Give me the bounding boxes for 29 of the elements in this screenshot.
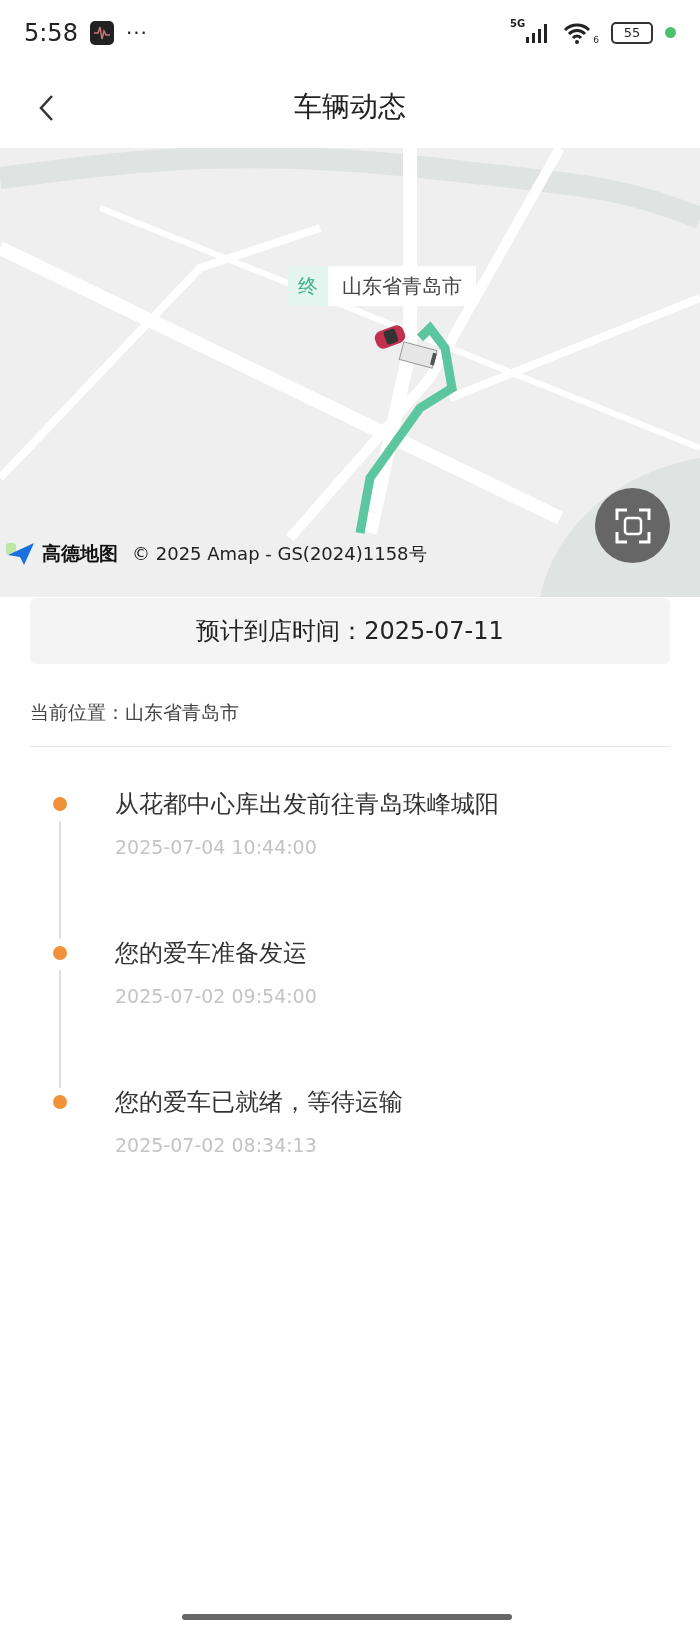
eta-card: 预计到店时间：2025-07-11 [30, 598, 670, 664]
event-title: 从花都中心库出发前往青岛珠峰城阳 [115, 789, 499, 820]
map-copyright: © 2025 Amap - GS(2024)1158号 [132, 542, 427, 566]
event-title: 您的爱车已就绪，等待运输 [115, 1087, 403, 1118]
wifi-icon [563, 21, 592, 44]
timeline-dot [53, 946, 67, 960]
wifi-generation-label: 6 [593, 34, 599, 45]
timeline-dot [53, 1095, 67, 1109]
fullscreen-icon [614, 507, 651, 544]
truck-icon [398, 340, 438, 370]
event-time: 2025-07-04 10:44:00 [115, 836, 318, 858]
location-label: 山东省青岛市 [328, 266, 476, 306]
map-logo-icon [6, 541, 36, 567]
app-notification-icon [89, 20, 114, 45]
car-icon [373, 324, 407, 350]
status-dot [665, 27, 676, 38]
map-logo-text: 高德地图 [42, 541, 118, 566]
current-location: 当前位置：山东省青岛市 [30, 701, 239, 723]
event-time: 2025-07-02 09:54:00 [115, 985, 317, 1007]
end-marker-badge: 终 [288, 266, 328, 306]
battery-indicator: 55 [611, 21, 653, 44]
timeline-dot [53, 797, 67, 811]
event-title: 您的爱车准备发运 [115, 938, 308, 969]
back-icon[interactable] [38, 94, 54, 122]
page-title: 车辆动态 [294, 88, 406, 125]
more-notifications: ··· [125, 20, 148, 45]
clock-time: 5:58 [24, 18, 78, 47]
network-type: 5G [510, 18, 526, 29]
event-time: 2025-07-02 08:34:13 [115, 1134, 318, 1156]
